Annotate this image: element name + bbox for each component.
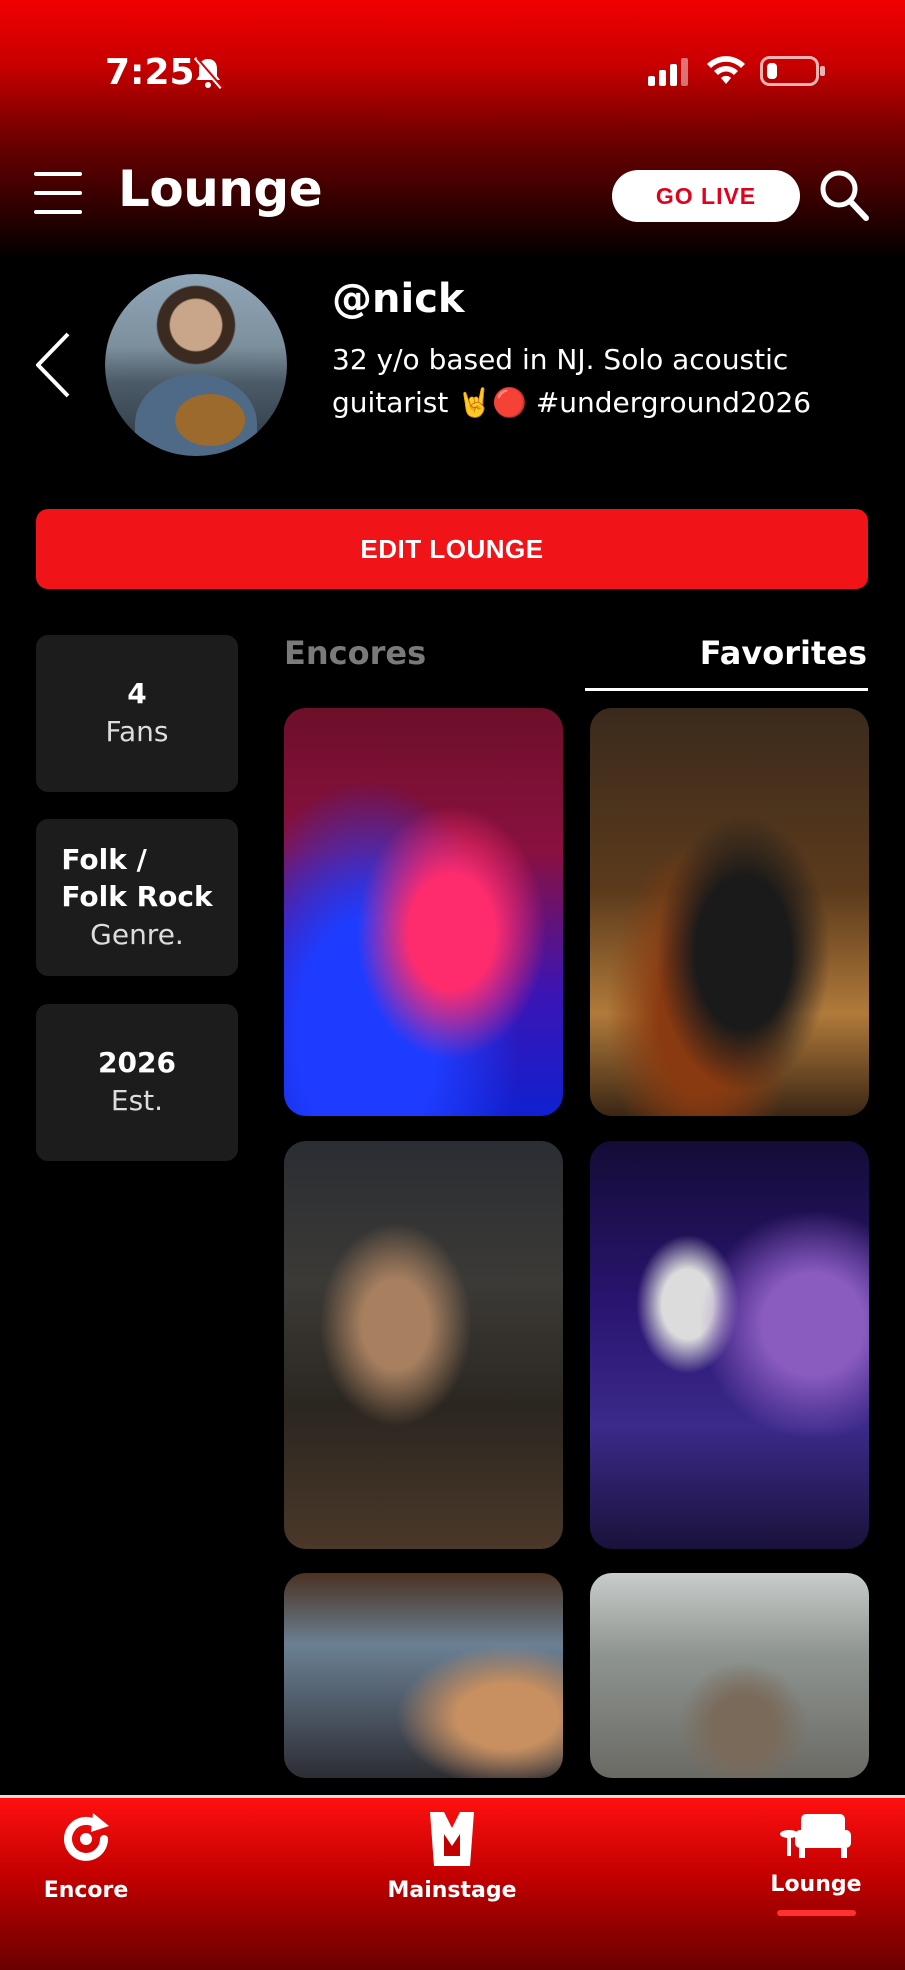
nav-item-lounge[interactable]: Lounge: [736, 1810, 896, 1897]
stat-established: 2026 Est.: [36, 1004, 238, 1161]
bio-line-2: guitarist 🤘🔴 #underground2026: [332, 386, 812, 419]
page-title: Lounge: [118, 160, 323, 218]
favorite-video-tile-6[interactable]: [590, 1573, 869, 1778]
favorite-video-tile-4[interactable]: [590, 1141, 869, 1549]
chevron-left-icon[interactable]: [34, 330, 72, 400]
status-bar: 7:25: [0, 0, 905, 140]
stat-genre-label: Genre.: [90, 917, 184, 951]
battery-low-icon: [760, 56, 825, 86]
stat-fans-label: Fans: [105, 715, 169, 748]
bell-muted-icon: [193, 57, 224, 89]
tab-favorites[interactable]: Favorites: [700, 634, 867, 672]
search-icon[interactable]: [818, 168, 870, 222]
profile-handle: @nick: [332, 276, 465, 322]
nav-item-encore[interactable]: Encore: [6, 1810, 166, 1903]
edit-lounge-button[interactable]: EDIT LOUNGE: [36, 509, 868, 589]
active-tab-indicator: [585, 688, 868, 691]
stat-genre-value-line2: Folk Rock: [61, 879, 213, 913]
nav-label-encore: Encore: [43, 1878, 129, 1903]
stat-est-value: 2026: [98, 1046, 176, 1079]
encore-refresh-icon: [64, 1813, 109, 1861]
stat-fans-value: 4: [127, 677, 147, 710]
stat-genre-value-line1: Folk /: [61, 842, 147, 876]
go-live-button[interactable]: GO LIVE: [612, 170, 800, 222]
sofa-icon: [780, 1814, 851, 1858]
stat-est-label: Est.: [110, 1084, 164, 1117]
nav-item-mainstage[interactable]: Mainstage: [372, 1810, 532, 1903]
favorite-video-tile-2[interactable]: [590, 708, 869, 1116]
wifi-icon: [707, 56, 745, 84]
cellular-signal-icon: [648, 58, 688, 86]
avatar: [105, 274, 287, 456]
tab-encores[interactable]: Encores: [284, 634, 426, 672]
status-time: 7:25: [105, 52, 195, 93]
favorite-video-tile-1[interactable]: [284, 708, 563, 1116]
nav-label-mainstage: Mainstage: [387, 1878, 517, 1903]
nav-label-lounge: Lounge: [770, 1872, 862, 1897]
favorite-video-tile-5[interactable]: [284, 1573, 563, 1778]
mainstage-m-icon: [430, 1812, 474, 1866]
stat-genre-value: Folk / Folk Rock: [61, 841, 212, 915]
hamburger-menu-icon[interactable]: [34, 172, 82, 216]
stat-genre: Folk / Folk Rock Genre.: [36, 819, 238, 976]
stat-fans: 4 Fans: [36, 635, 238, 792]
active-nav-indicator: [777, 1910, 856, 1916]
favorite-video-tile-3[interactable]: [284, 1141, 563, 1549]
bio-line-1: 32 y/o based in NJ. Solo acoustic: [332, 343, 789, 376]
profile-bio: 32 y/o based in NJ. Solo acoustic guitar…: [332, 338, 872, 424]
